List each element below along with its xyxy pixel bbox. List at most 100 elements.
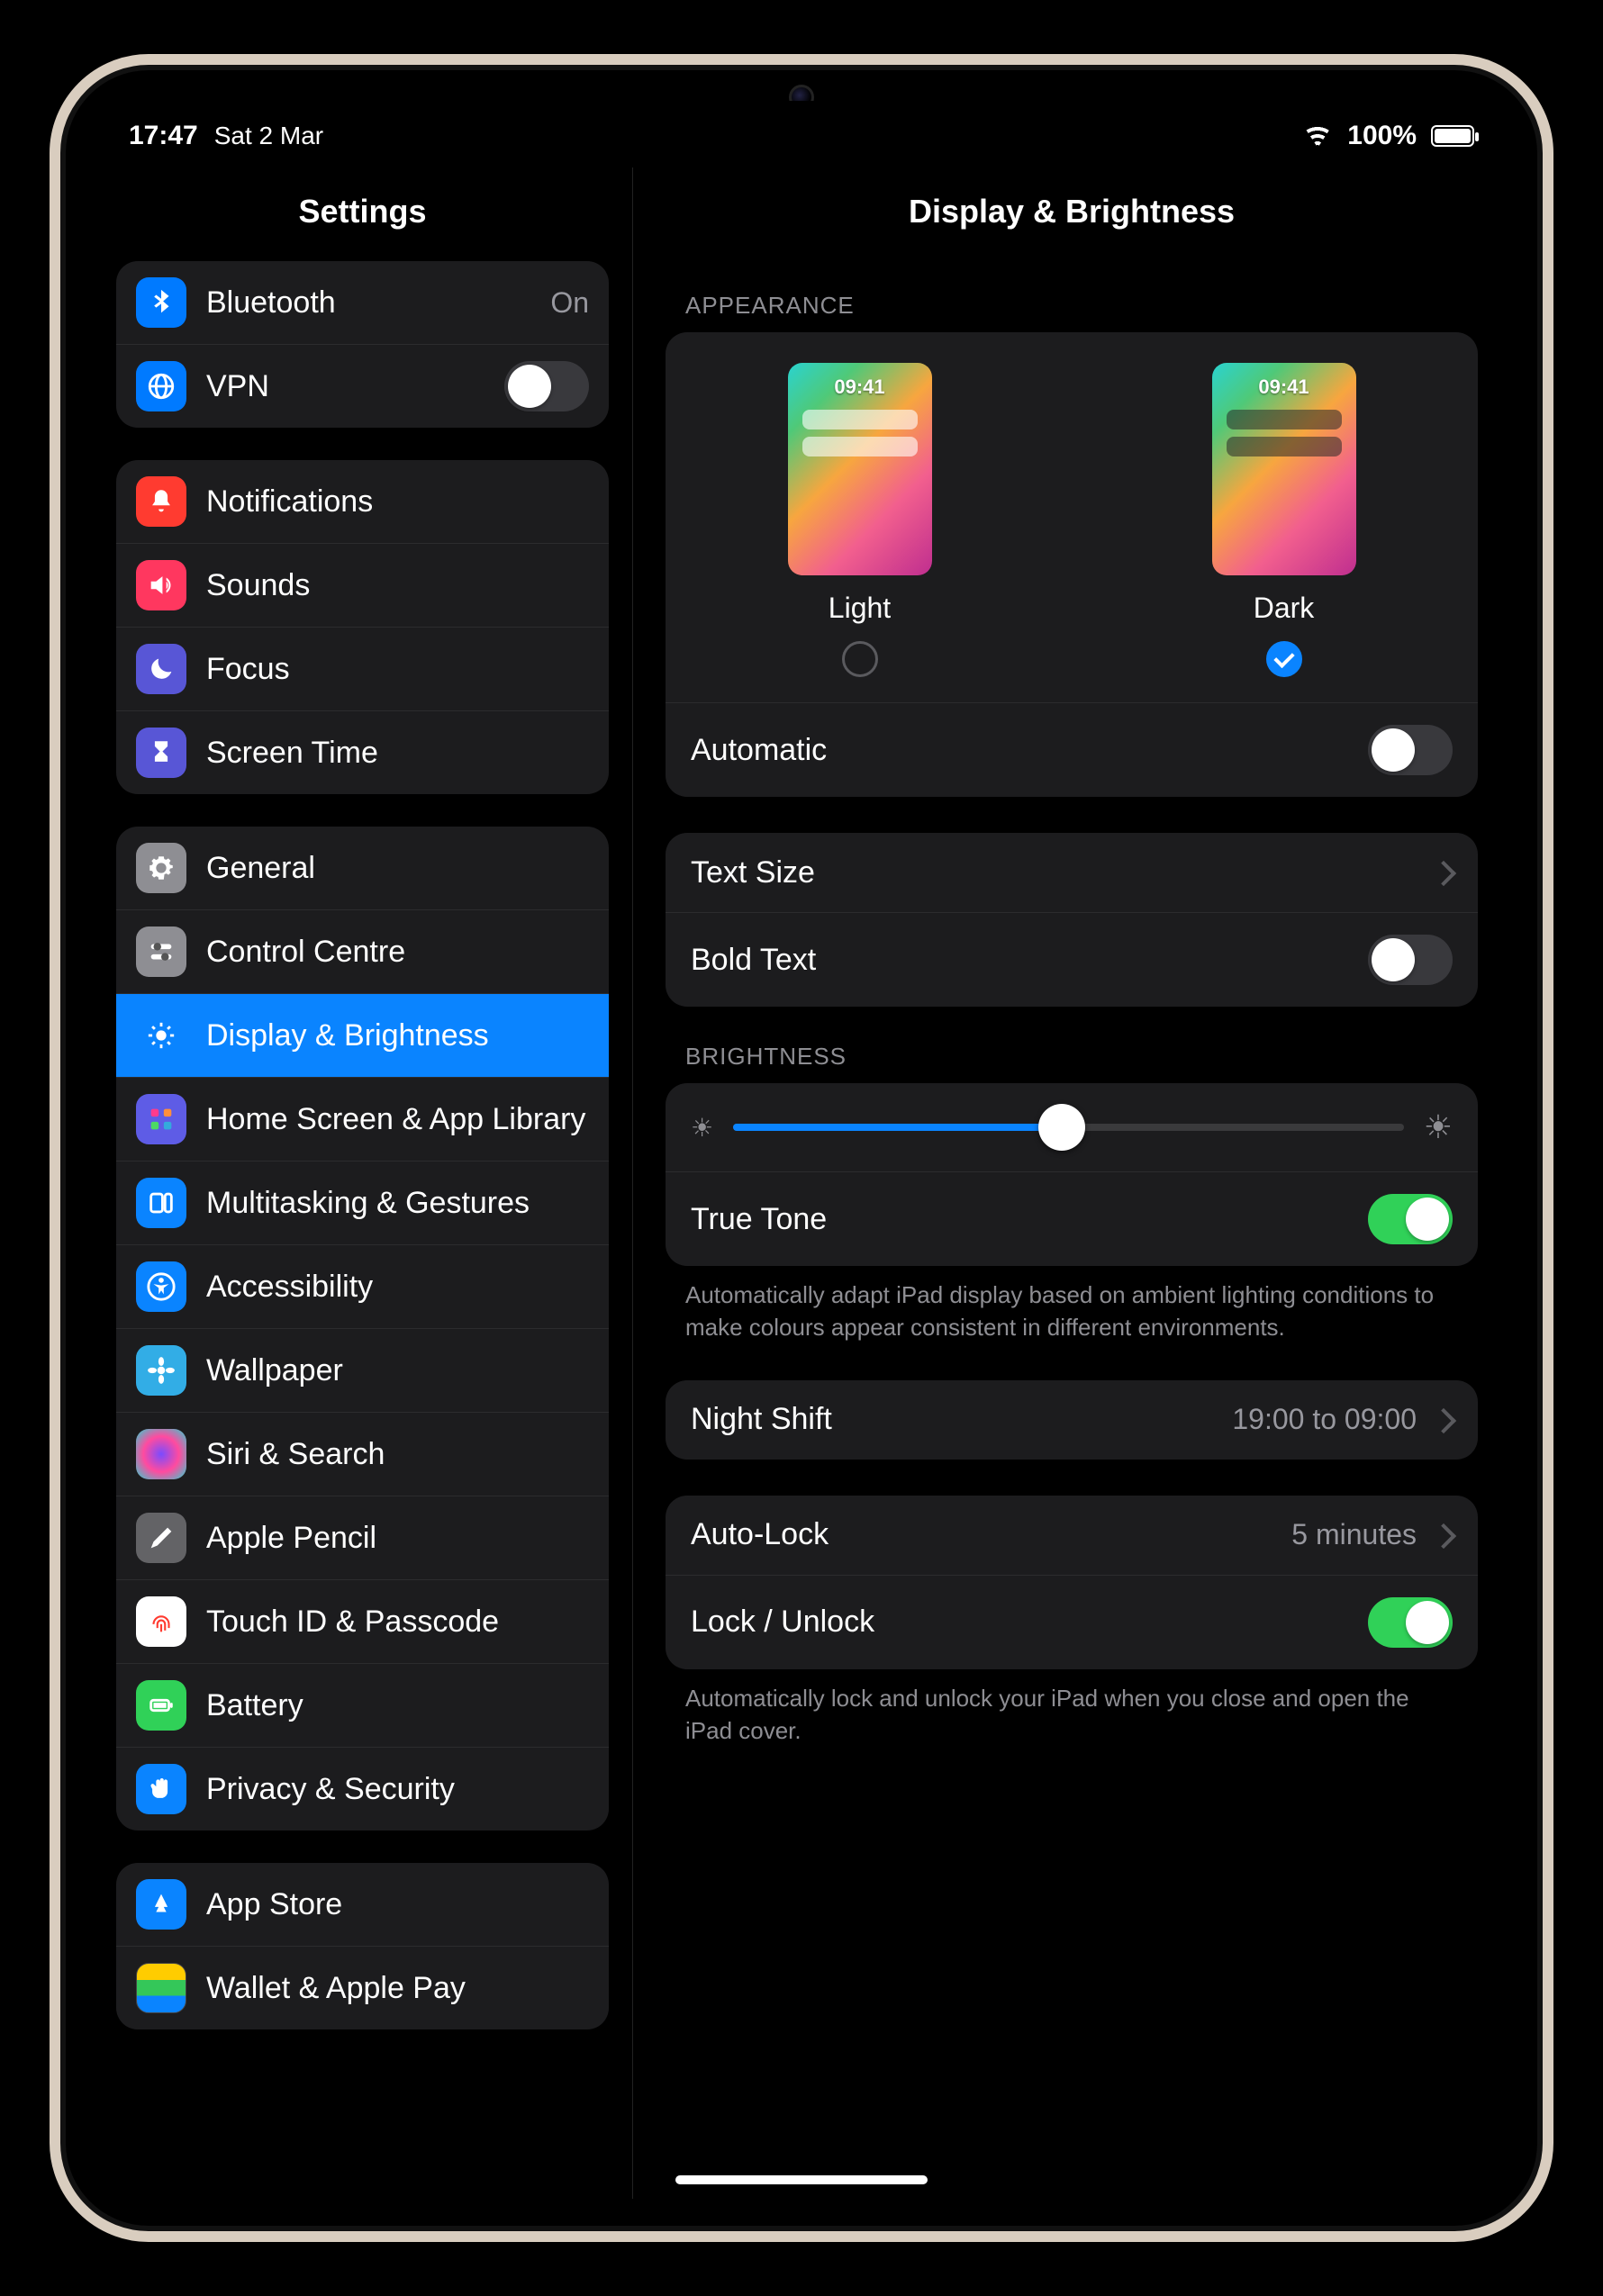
sidebar-item-label: General [206,851,589,886]
brightness-slider[interactable] [733,1124,1404,1131]
preview-time: 09:41 [788,375,932,399]
sidebar-title: Settings [93,167,632,256]
sidebar-item-label: Wallet & Apple Pay [206,1971,589,2006]
sidebar-item-value: On [550,286,589,320]
sidebar-item-label: Sounds [206,568,589,603]
appearance-radio-dark[interactable] [1266,641,1302,677]
sidebar-item-notifications[interactable]: Notifications [116,460,609,543]
status-date: Sat 2 Mar [214,122,323,150]
appearance-preview-light: 09:41 [788,363,932,575]
sidebar-item-label: Screen Time [206,736,589,771]
sidebar-item-bluetooth[interactable]: Bluetooth On [116,261,609,344]
sidebar-item-label: Privacy & Security [206,1772,589,1807]
sidebar-item-battery[interactable]: Battery [116,1663,609,1747]
sidebar-item-label: App Store [206,1887,589,1922]
accessibility-icon [136,1261,186,1312]
chevron-right-icon [1436,1406,1453,1433]
sidebar-item-multitasking[interactable]: Multitasking & Gestures [116,1161,609,1244]
sun-icon [136,1010,186,1061]
sidebar-item-label: Focus [206,652,589,687]
brightness-card: ☀ ☀ True Tone [666,1083,1478,1266]
moon-icon [136,644,186,694]
appearance-option-light[interactable]: 09:41 Light [788,363,932,677]
textsize-label: Text Size [691,855,1417,890]
sidebar-group-general: General Control Centre Dis [116,827,609,1830]
sidebar-item-label: Home Screen & App Library [206,1102,589,1137]
preview-time: 09:41 [1212,375,1356,399]
lock-card: Auto-Lock 5 minutes Lock / Unlock [666,1496,1478,1669]
fingerprint-icon [136,1596,186,1647]
sidebar-item-controlcentre[interactable]: Control Centre [116,909,609,993]
sidebar-item-label: Multitasking & Gestures [206,1186,589,1221]
sun-large-icon: ☀ [1424,1108,1453,1146]
appearance-option-dark[interactable]: 09:41 Dark [1212,363,1356,677]
lockunlock-label: Lock / Unlock [691,1604,1348,1640]
nightshift-row[interactable]: Night Shift 19:00 to 09:00 [666,1380,1478,1460]
status-bar: 17:47 Sat 2 Mar 100% [93,101,1510,167]
lockunlock-toggle[interactable] [1368,1597,1453,1648]
sidebar-item-pencil[interactable]: Apple Pencil [116,1496,609,1579]
sidebar-item-label: Control Centre [206,935,589,970]
sidebar-item-label: Wallpaper [206,1353,589,1388]
autolock-value: 5 minutes [1291,1518,1417,1551]
sliders-icon [136,927,186,977]
bluetooth-icon [136,277,186,328]
sidebar-item-display[interactable]: Display & Brightness [116,993,609,1077]
sidebar-item-label: Bluetooth [206,285,530,321]
sidebar-group-alerts: Notifications Sounds Focus [116,460,609,794]
appearance-label-dark: Dark [1254,592,1315,625]
pencil-icon [136,1513,186,1563]
truetone-toggle[interactable] [1368,1194,1453,1244]
appstore-icon [136,1879,186,1930]
sidebar-item-label: Notifications [206,484,589,520]
automatic-row: Automatic [666,702,1478,797]
battery-icon-green [136,1680,186,1731]
home-indicator[interactable] [675,2175,928,2184]
sidebar-item-privacy[interactable]: Privacy & Security [116,1747,609,1830]
flower-icon [136,1345,186,1396]
boldtext-toggle[interactable] [1368,935,1453,985]
automatic-toggle[interactable] [1368,725,1453,775]
autolock-row[interactable]: Auto-Lock 5 minutes [666,1496,1478,1575]
wifi-icon [1302,124,1333,148]
boldtext-label: Bold Text [691,943,1348,978]
sidebar-item-general[interactable]: General [116,827,609,909]
section-header-brightness: BRIGHTNESS [666,1007,1478,1083]
sidebar-item-label: VPN [206,369,485,404]
nightshift-value: 19:00 to 09:00 [1232,1403,1417,1436]
appearance-radio-light[interactable] [842,641,878,677]
sidebar-item-appstore[interactable]: App Store [116,1863,609,1946]
sidebar-item-sounds[interactable]: Sounds [116,543,609,627]
autolock-label: Auto-Lock [691,1517,1272,1552]
nightshift-card: Night Shift 19:00 to 09:00 [666,1380,1478,1460]
vpn-toggle[interactable] [504,361,589,411]
apps-grid-icon [136,1094,186,1144]
sidebar-group-store: App Store Wallet & Apple Pay [116,1863,609,2029]
section-header-appearance: APPEARANCE [666,256,1478,332]
settings-sidebar: Settings Bluetooth On [93,167,633,2199]
sidebar-item-touchid[interactable]: Touch ID & Passcode [116,1579,609,1663]
truetone-footer: Automatically adapt iPad display based o… [666,1266,1478,1344]
sidebar-item-siri[interactable]: Siri & Search [116,1412,609,1496]
sidebar-item-wallet[interactable]: Wallet & Apple Pay [116,1946,609,2029]
hand-icon [136,1764,186,1814]
brightness-slider-row: ☀ ☀ [666,1083,1478,1171]
sidebar-item-wallpaper[interactable]: Wallpaper [116,1328,609,1412]
appearance-label-light: Light [829,592,891,625]
sidebar-item-focus[interactable]: Focus [116,627,609,710]
siri-icon [136,1429,186,1479]
appearance-card: 09:41 Light 09:41 [666,332,1478,797]
sidebar-item-label: Accessibility [206,1270,589,1305]
textsize-row[interactable]: Text Size [666,833,1478,912]
sidebar-item-accessibility[interactable]: Accessibility [116,1244,609,1328]
appearance-preview-dark: 09:41 [1212,363,1356,575]
sidebar-item-homescreen[interactable]: Home Screen & App Library [116,1077,609,1161]
wallet-icon [136,1963,186,2013]
sidebar-item-screentime[interactable]: Screen Time [116,710,609,794]
boldtext-row: Bold Text [666,912,1478,1007]
screen: 17:47 Sat 2 Mar 100% Settings [93,101,1510,2199]
main-panel: Display & Brightness APPEARANCE 09:41 Li… [633,167,1510,2199]
status-time: 17:47 [129,121,198,151]
sidebar-item-label: Touch ID & Passcode [206,1604,589,1640]
sidebar-item-vpn[interactable]: VPN [116,344,609,428]
